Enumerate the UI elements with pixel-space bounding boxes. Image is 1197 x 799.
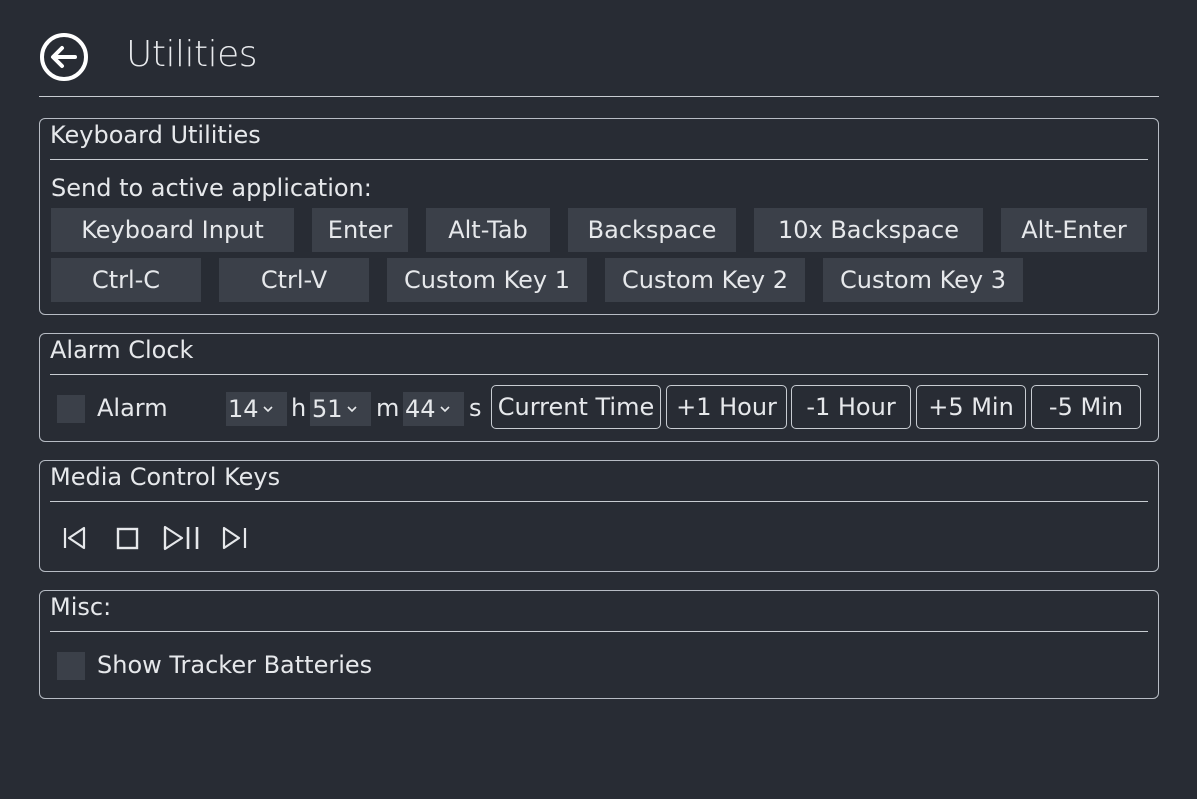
- previous-track-icon: [63, 526, 86, 550]
- group-title: Misc:: [50, 593, 112, 621]
- chevron-down-icon: [346, 406, 357, 413]
- chevron-down-icon: [439, 406, 450, 413]
- divider: [50, 501, 1148, 502]
- 10x-backspace-button[interactable]: 10x Backspace: [754, 208, 983, 252]
- alarm-clock-group: Alarm Clock Alarm 14 h 51 m 44 s Current…: [39, 333, 1159, 442]
- show-tracker-batteries-label: Show Tracker Batteries: [97, 651, 373, 679]
- minutes-select[interactable]: 51: [310, 392, 371, 426]
- ctrl-c-button[interactable]: Ctrl-C: [51, 258, 201, 302]
- play-pause-button[interactable]: [162, 523, 202, 553]
- page-header: Utilities: [39, 30, 1159, 97]
- group-title: Media Control Keys: [50, 463, 281, 491]
- alarm-checkbox[interactable]: [57, 395, 85, 423]
- group-title: Keyboard Utilities: [50, 121, 261, 149]
- minutes-unit: m: [376, 394, 400, 422]
- custom-key-1-button[interactable]: Custom Key 1: [387, 258, 587, 302]
- stop-button[interactable]: [113, 523, 143, 553]
- previous-track-button[interactable]: [60, 523, 90, 553]
- next-track-icon: [222, 526, 247, 550]
- next-track-button[interactable]: [220, 523, 250, 553]
- stop-icon: [116, 527, 139, 550]
- show-tracker-batteries-checkbox[interactable]: [57, 652, 85, 680]
- alt-tab-button[interactable]: Alt-Tab: [426, 208, 550, 252]
- hours-value: 14: [228, 395, 259, 423]
- minutes-value: 51: [312, 395, 343, 423]
- alt-enter-button[interactable]: Alt-Enter: [1001, 208, 1147, 252]
- keyboard-input-button[interactable]: Keyboard Input: [51, 208, 294, 252]
- misc-group: Misc: Show Tracker Batteries: [39, 590, 1159, 699]
- keyboard-utilities-group: Keyboard Utilities Send to active applic…: [39, 118, 1159, 315]
- page-title: Utilities: [126, 34, 258, 75]
- custom-key-2-button[interactable]: Custom Key 2: [605, 258, 805, 302]
- hours-select[interactable]: 14: [226, 392, 287, 426]
- play-pause-icon: [163, 525, 199, 551]
- alarm-label: Alarm: [97, 394, 168, 422]
- minus-5-min-button[interactable]: -5 Min: [1031, 385, 1141, 429]
- custom-key-3-button[interactable]: Custom Key 3: [823, 258, 1023, 302]
- group-title: Alarm Clock: [50, 336, 194, 364]
- minus-1-hour-button[interactable]: -1 Hour: [791, 385, 911, 429]
- backspace-button[interactable]: Backspace: [568, 208, 736, 252]
- plus-5-min-button[interactable]: +5 Min: [916, 385, 1026, 429]
- current-time-button[interactable]: Current Time: [491, 385, 661, 429]
- hours-unit: h: [291, 394, 307, 422]
- back-arrow-icon: [40, 33, 88, 81]
- enter-button[interactable]: Enter: [312, 208, 408, 252]
- seconds-select[interactable]: 44: [403, 392, 464, 426]
- ctrl-v-button[interactable]: Ctrl-V: [219, 258, 369, 302]
- divider: [50, 631, 1148, 632]
- divider: [50, 159, 1148, 160]
- seconds-value: 44: [405, 395, 436, 423]
- chevron-down-icon: [262, 406, 273, 413]
- divider: [50, 374, 1148, 375]
- send-to-app-label: Send to active application:: [51, 174, 372, 202]
- plus-1-hour-button[interactable]: +1 Hour: [666, 385, 787, 429]
- media-control-group: Media Control Keys: [39, 460, 1159, 572]
- back-button[interactable]: [39, 32, 89, 82]
- seconds-unit: s: [469, 394, 482, 422]
